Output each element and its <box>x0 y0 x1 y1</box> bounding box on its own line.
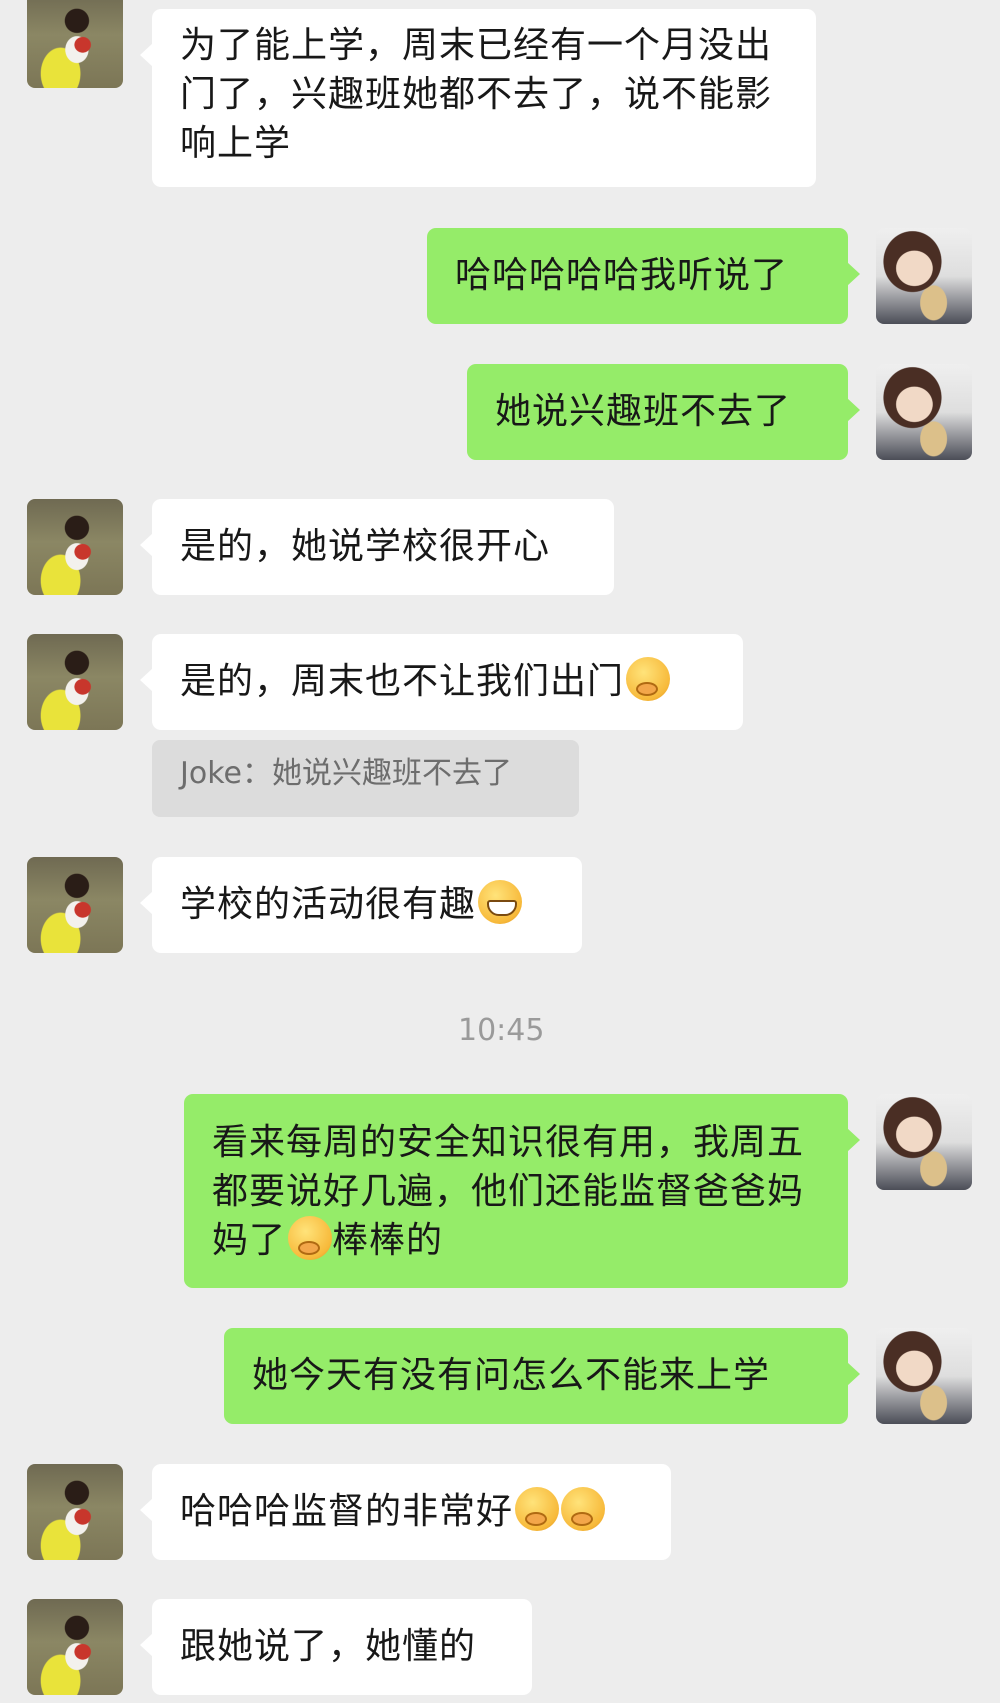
quote-author: Joke <box>180 756 242 791</box>
message-text: 是的，周末也不让我们出门 <box>180 661 625 702</box>
contact-avatar[interactable] <box>27 1464 123 1560</box>
message-bubble[interactable]: 哈哈哈监督的非常好 <box>140 1464 671 1560</box>
contact-avatar[interactable] <box>27 499 123 595</box>
message-bubble[interactable]: 为了能上学，周末已经有一个月没出门了，兴趣班她都不去了，说不能影响上学 <box>140 9 816 187</box>
thinking-emoji-icon <box>561 1487 606 1531</box>
thinking-emoji-icon <box>626 657 671 701</box>
user-avatar[interactable] <box>876 1328 972 1424</box>
message-text: 哈哈哈哈哈我听说了 <box>455 255 789 296</box>
message-bubble[interactable]: 是的，她说学校很开心 <box>140 499 614 595</box>
message-text: 她今天有没有问怎么不能来上学 <box>252 1355 771 1396</box>
message-bubble[interactable]: 她今天有没有问怎么不能来上学 <box>224 1328 860 1424</box>
message-text: 为了能上学，周末已经有一个月没出门了，兴趣班她都不去了，说不能影响上学 <box>180 25 773 164</box>
contact-avatar[interactable] <box>27 857 123 953</box>
message-text: 学校的活动很有趣 <box>180 884 477 925</box>
message-bubble[interactable]: 学校的活动很有趣 <box>140 857 582 953</box>
message-bubble[interactable]: 是的，周末也不让我们出门 <box>140 634 743 730</box>
thinking-emoji-icon <box>515 1487 560 1531</box>
message-bubble[interactable]: 跟她说了，她懂的 <box>140 1599 532 1695</box>
quote-text: 她说兴趣班不去了 <box>271 756 512 791</box>
message-bubble[interactable]: 哈哈哈哈哈我听说了 <box>427 228 860 324</box>
user-avatar[interactable] <box>876 1094 972 1190</box>
contact-avatar[interactable] <box>27 0 123 88</box>
message-text: 棒棒的 <box>332 1220 444 1261</box>
timestamp: 10:45 <box>458 1013 545 1048</box>
quoted-message[interactable]: Joke：她说兴趣班不去了 <box>152 740 579 817</box>
thinking-emoji-icon <box>288 1216 333 1260</box>
message-text: 哈哈哈监督的非常好 <box>180 1491 514 1532</box>
message-bubble[interactable]: 看来每周的安全知识很有用，我周五都要说好几遍，他们还能监督爸爸妈妈了 棒棒的 <box>184 1094 860 1288</box>
message-text: 跟她说了，她懂的 <box>180 1626 477 1667</box>
contact-avatar[interactable] <box>27 634 123 730</box>
quote-separator: ： <box>241 756 272 791</box>
message-bubble[interactable]: 她说兴趣班不去了 <box>467 364 860 460</box>
message-text: 她说兴趣班不去了 <box>495 391 792 432</box>
contact-avatar[interactable] <box>27 1599 123 1695</box>
user-avatar[interactable] <box>876 228 972 324</box>
grinning-emoji-icon <box>478 880 523 924</box>
user-avatar[interactable] <box>876 364 972 460</box>
message-text: 是的，她说学校很开心 <box>180 526 551 567</box>
